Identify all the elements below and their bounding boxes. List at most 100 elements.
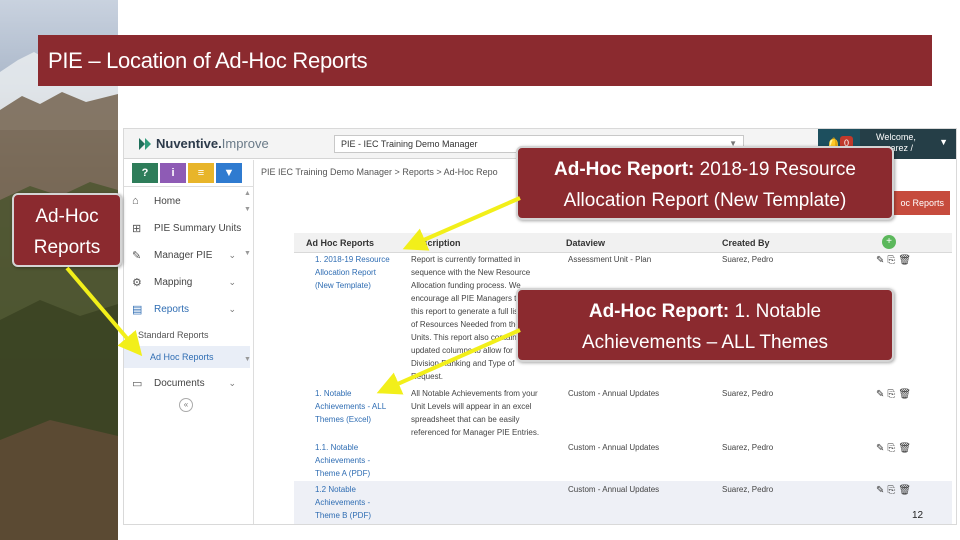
- sidebar-item-manager-pie[interactable]: ✎ Manager PIE ⌄: [124, 242, 250, 269]
- report-name-line: 1. 2018-19 Resource: [315, 255, 390, 264]
- copy-icon[interactable]: ⎘: [887, 389, 898, 400]
- sidebar-item-label: Reports: [154, 304, 190, 315]
- report-name-line: Achievements -: [315, 498, 371, 507]
- trash-icon[interactable]: 🗑: [898, 485, 914, 496]
- sidebar-item-home[interactable]: ⌂ Home: [124, 188, 250, 215]
- edit-icon[interactable]: ✎: [876, 389, 887, 400]
- sidebar-item-reports[interactable]: ▤ Reports ⌄: [124, 296, 250, 323]
- description-line: Request.: [411, 372, 444, 381]
- report-dataview: Custom - Annual Updates: [568, 485, 660, 494]
- report-name-line: (New Template): [315, 281, 371, 290]
- menu-icon: ≡: [197, 167, 205, 179]
- info-tool-button[interactable]: i: [160, 163, 186, 183]
- scroll-down-icon: ▼: [244, 250, 251, 257]
- scroll-up-icon: ▲: [244, 190, 251, 197]
- callout-line: Ad-Hoc: [35, 206, 99, 227]
- sidebar-item-label: Documents: [154, 378, 205, 389]
- callout-ad-hoc-reports: Ad-Hoc Reports: [12, 193, 122, 267]
- logo-bold-text: Nuventive.: [156, 136, 222, 151]
- trash-icon[interactable]: 🗑: [898, 443, 914, 454]
- page-number: 12: [912, 510, 924, 521]
- report-created-by: Suarez, Pedro: [722, 443, 774, 452]
- report-name-link[interactable]: 1.1. Notable Achievements - Theme A (PDF…: [315, 441, 370, 480]
- sidebar-item-documents[interactable]: ▭ Documents ⌄: [124, 370, 250, 397]
- report-name-link[interactable]: 1. Notable Achievements - ALL Themes (Ex…: [315, 387, 386, 426]
- callout-bold-text: Ad-Hoc Report:: [554, 159, 695, 180]
- callout-text: 2018-19 Resource: [694, 159, 856, 180]
- column-header-name[interactable]: Ad Hoc Reports: [306, 238, 374, 248]
- report-dataview: Custom - Annual Updates: [568, 443, 660, 452]
- info-icon: i: [171, 167, 175, 179]
- edit-icon[interactable]: ✎: [876, 485, 887, 496]
- scroll-down-icon: ▼: [244, 356, 251, 363]
- filter-tool-button[interactable]: ▼: [216, 163, 242, 183]
- sidebar-scrollbar[interactable]: ▲ ▼ ▼ ▼: [244, 186, 252, 516]
- sidebar-item-pie-summary-units[interactable]: ⊞ PIE Summary Units: [124, 215, 250, 242]
- report-name-line: 1.1. Notable: [315, 443, 359, 452]
- report-name-line: Allocation Report: [315, 268, 376, 277]
- report-name-link[interactable]: 1.2 Notable Achievements - Theme B (PDF): [315, 483, 371, 522]
- home-icon: ⌂: [132, 195, 139, 207]
- report-name-line: Themes (Excel): [315, 415, 372, 424]
- callout-resource-allocation-report: Ad-Hoc Report: 2018-19 Resource Allocati…: [516, 146, 894, 220]
- report-name-line: Achievements -: [315, 456, 371, 465]
- caret-down-icon: ▼: [939, 137, 948, 147]
- callout-line: Ad-Hoc Report: 2018-19 Resource: [518, 154, 892, 185]
- column-header-description[interactable]: Description: [411, 238, 461, 248]
- slide-title: PIE – Location of Ad-Hoc Reports: [48, 48, 368, 73]
- help-icon: ?: [141, 167, 149, 179]
- table-row: 1. Notable Achievements - ALL Themes (Ex…: [294, 387, 952, 441]
- table-header: Ad Hoc Reports Description Dataview Crea…: [294, 233, 952, 253]
- ad-hoc-reports-button-label: oc Reports: [900, 198, 944, 208]
- column-header-created-by[interactable]: Created By: [722, 238, 770, 248]
- trash-icon[interactable]: 🗑: [898, 389, 914, 400]
- collapse-sidebar-button[interactable]: «: [179, 398, 193, 412]
- description-line: sequence with the New Resource: [411, 268, 531, 277]
- sidebar-item-mapping[interactable]: ⚙ Mapping ⌄: [124, 269, 250, 296]
- sidebar-subitem-ad-hoc-reports[interactable]: Ad Hoc Reports: [124, 346, 250, 368]
- description-line: referenced for Manager PIE Entries.: [411, 428, 540, 437]
- callout-line: Ad-Hoc Report: 1. Notable: [518, 296, 892, 327]
- nuventive-logo-icon: [139, 138, 151, 150]
- callout-notable-achievements-report: Ad-Hoc Report: 1. Notable Achievements –…: [516, 288, 894, 362]
- chevron-down-icon: ⌄: [228, 378, 236, 388]
- report-dataview: Assessment Unit - Plan: [568, 255, 652, 264]
- report-name-line: Theme B (PDF): [315, 511, 372, 520]
- edit-icon[interactable]: ✎: [876, 255, 887, 266]
- help-tool-button[interactable]: ?: [132, 163, 158, 183]
- chevron-down-icon: ⌄: [228, 277, 236, 287]
- breadcrumb[interactable]: PIE IEC Training Demo Manager > Reports …: [261, 167, 498, 177]
- app-logo[interactable]: Nuventive.Improve: [156, 136, 269, 151]
- sidebar-divider: [124, 186, 254, 187]
- add-report-icon[interactable]: +: [882, 235, 896, 249]
- menu-tool-button[interactable]: ≡: [188, 163, 214, 183]
- sidebar-item-label: Home: [154, 196, 181, 207]
- callout-line: Achievements – ALL Themes: [581, 332, 829, 353]
- sidebar: ? i ≡ ▼ ⌂ Home ⊞ PIE Summary Units ✎ Man…: [124, 160, 254, 524]
- folder-icon: ▭: [132, 378, 143, 390]
- report-created-by: Suarez, Pedro: [722, 485, 774, 494]
- report-name-line: Achievements - ALL: [315, 402, 387, 411]
- sidebar-item-label: PIE Summary Units: [154, 223, 242, 234]
- report-name-line: Theme A (PDF): [315, 469, 371, 478]
- row-actions: ✎⎘🗑: [876, 443, 914, 454]
- ad-hoc-reports-button[interactable]: oc Reports: [890, 191, 950, 215]
- copy-icon[interactable]: ⎘: [887, 255, 898, 266]
- trash-icon[interactable]: 🗑: [898, 255, 914, 266]
- breadcrumb-text: PIE IEC Training Demo Manager > Reports …: [261, 167, 498, 177]
- sidebar-subitem-label: Standard Reports: [138, 330, 209, 340]
- report-description: All Notable Achievements from your Unit …: [411, 387, 549, 439]
- table-row: 1.2 Notable Achievements - Theme B (PDF)…: [294, 481, 952, 524]
- column-header-dataview[interactable]: Dataview: [566, 238, 605, 248]
- report-name-link[interactable]: 1. 2018-19 Resource Allocation Report (N…: [315, 253, 390, 292]
- row-actions: ✎⎘🗑: [876, 389, 914, 400]
- copy-icon[interactable]: ⎘: [887, 443, 898, 454]
- report-created-by: Suarez, Pedro: [722, 389, 774, 398]
- edit-icon[interactable]: ✎: [876, 443, 887, 454]
- callout-line: Allocation Report (New Template): [563, 190, 847, 211]
- description-line: Unit Levels will appear in an excel: [411, 402, 532, 411]
- scroll-down-icon: ▼: [244, 206, 251, 213]
- sitemap-icon: ⊞: [132, 223, 142, 235]
- copy-icon[interactable]: ⎘: [887, 485, 898, 496]
- table-row: 1.1. Notable Achievements - Theme A (PDF…: [294, 441, 952, 481]
